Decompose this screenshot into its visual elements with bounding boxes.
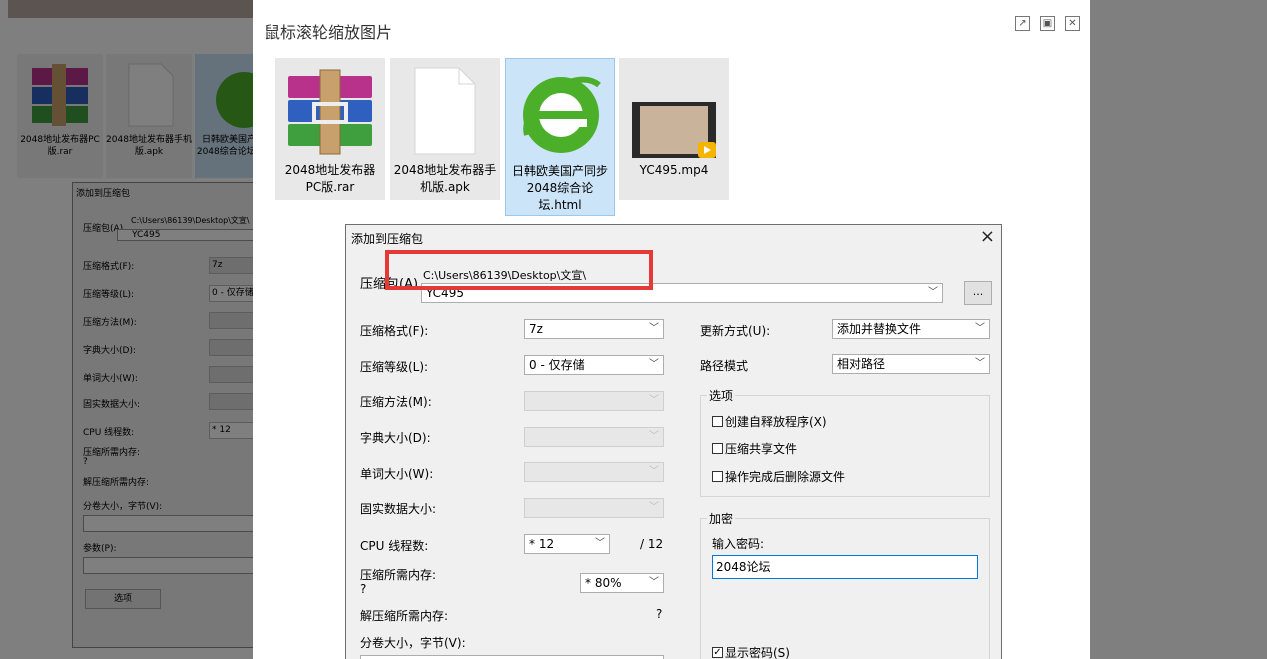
chevron-down-icon: ﹀ bbox=[649, 359, 659, 370]
cpu-label: CPU 线程数: bbox=[360, 539, 429, 553]
update-value: 添加并替换文件 bbox=[837, 322, 922, 336]
file-item[interactable]: 2048地址发布器PC版.rar bbox=[275, 58, 385, 200]
file-name: 2048地址发布器手机版.apk bbox=[393, 163, 497, 194]
delete-label: 操作完成后删除源文件 bbox=[725, 470, 846, 484]
show-password-label: 显示密码(S) bbox=[725, 646, 790, 659]
mem-pct-value: * 80% bbox=[585, 576, 622, 590]
solid-select[interactable]: ﹀ bbox=[524, 498, 664, 518]
encryption-group-title: 加密 bbox=[707, 510, 736, 527]
level-value: 0 - 仅存储 bbox=[529, 358, 585, 372]
path-mode-select[interactable]: 相对路径 ﹀ bbox=[832, 354, 990, 374]
shared-checkbox[interactable]: 压缩共享文件 bbox=[712, 440, 797, 457]
dict-label: 字典大小(D): bbox=[360, 431, 431, 445]
show-password-checkbox[interactable]: ✓ 显示密码(S) bbox=[712, 644, 790, 659]
mem-label: 压缩所需内存: bbox=[360, 568, 437, 582]
password-input[interactable]: 2048论坛 bbox=[712, 555, 978, 579]
file-name: 日韩欧美国产同步 2048综合论坛.html bbox=[511, 164, 608, 212]
shared-label: 压缩共享文件 bbox=[725, 442, 798, 456]
file-item[interactable]: YC495.mp4 bbox=[619, 58, 729, 200]
split-select[interactable] bbox=[360, 655, 664, 659]
file-name: 2048地址发布器PC版.rar bbox=[284, 163, 376, 194]
chevron-down-icon: ﹀ bbox=[595, 538, 605, 549]
path-mode-value: 相对路径 bbox=[837, 357, 886, 371]
chevron-down-icon: ﹀ bbox=[649, 323, 659, 334]
format-value: 7z bbox=[529, 322, 543, 336]
dict-select[interactable]: ﹀ bbox=[524, 427, 664, 447]
cpu-value: * 12 bbox=[529, 537, 555, 551]
mem-pct-select[interactable]: * 80% ﹀ bbox=[580, 573, 664, 593]
chevron-down-icon: ﹀ bbox=[649, 395, 659, 406]
method-select[interactable]: ﹀ bbox=[524, 391, 664, 411]
unmem-value: ? bbox=[656, 607, 663, 621]
file-item[interactable]: 2048地址发布器手机版.apk bbox=[390, 58, 500, 200]
chevron-down-icon: ﹀ bbox=[928, 287, 938, 298]
sfx-checkbox[interactable]: 创建自释放程序(X) bbox=[712, 413, 827, 430]
options-group-title: 选项 bbox=[707, 387, 736, 404]
dialog-title: 添加到压缩包 bbox=[351, 232, 424, 246]
file-name: YC495.mp4 bbox=[639, 163, 709, 177]
level-label: 压缩等级(L): bbox=[360, 360, 429, 374]
delete-checkbox[interactable]: 操作完成后删除源文件 bbox=[712, 468, 845, 485]
split-label: 分卷大小，字节(V): bbox=[360, 636, 466, 650]
chevron-down-icon: ﹀ bbox=[649, 502, 659, 513]
solid-label: 固实数据大小: bbox=[360, 502, 437, 516]
unmem-label: 解压缩所需内存: bbox=[360, 609, 449, 623]
highlight-box bbox=[385, 250, 653, 290]
mem-value: ? bbox=[360, 582, 367, 596]
chevron-down-icon: ﹀ bbox=[975, 323, 985, 334]
viewer-title: 鼠标滚轮缩放图片 bbox=[264, 23, 393, 42]
video-file-icon bbox=[632, 102, 716, 158]
window-controls: ↗ ▣ ✕ bbox=[1015, 16, 1080, 31]
sfx-label: 创建自释放程序(X) bbox=[725, 415, 827, 429]
word-select[interactable]: ﹀ bbox=[524, 462, 664, 482]
cpu-total: / 12 bbox=[640, 537, 664, 551]
level-select[interactable]: 0 - 仅存储 ﹀ bbox=[524, 355, 664, 375]
close-icon[interactable]: × bbox=[980, 226, 995, 247]
document-icon bbox=[414, 67, 476, 155]
path-mode-label: 路径模式 bbox=[700, 359, 749, 373]
checkbox-box[interactable] bbox=[712, 443, 723, 454]
update-label: 更新方式(U): bbox=[700, 324, 771, 338]
close-icon[interactable]: ✕ bbox=[1065, 16, 1080, 31]
chevron-down-icon: ﹀ bbox=[975, 358, 985, 369]
chevron-down-icon: ﹀ bbox=[649, 577, 659, 588]
method-label: 压缩方法(M): bbox=[360, 395, 432, 409]
cpu-select[interactable]: * 12 ﹀ bbox=[524, 534, 610, 554]
browser-e-icon bbox=[523, 76, 601, 153]
word-label: 单词大小(W): bbox=[360, 467, 434, 481]
winrar-icon bbox=[288, 69, 372, 155]
checkbox-box[interactable] bbox=[712, 471, 723, 482]
checkbox-box-checked[interactable]: ✓ bbox=[712, 647, 723, 658]
update-select[interactable]: 添加并替换文件 ﹀ bbox=[832, 319, 990, 339]
maximize-icon[interactable]: ▣ bbox=[1040, 16, 1055, 31]
checkbox-box[interactable] bbox=[712, 416, 723, 427]
open-external-icon[interactable]: ↗ bbox=[1015, 16, 1030, 31]
file-item-selected[interactable]: 日韩欧美国产同步 2048综合论坛.html bbox=[505, 58, 615, 216]
chevron-down-icon: ﹀ bbox=[649, 466, 659, 477]
password-label: 输入密码: bbox=[712, 537, 765, 551]
chevron-down-icon: ﹀ bbox=[649, 431, 659, 442]
browse-button[interactable]: ... bbox=[964, 281, 992, 305]
format-label: 压缩格式(F): bbox=[360, 324, 429, 338]
format-select[interactable]: 7z ﹀ bbox=[524, 319, 664, 339]
image-viewer-popup: 鼠标滚轮缩放图片 ↗ ▣ ✕ 2048地址发布器PC版.rar 2048地址发布… bbox=[253, 0, 1090, 659]
